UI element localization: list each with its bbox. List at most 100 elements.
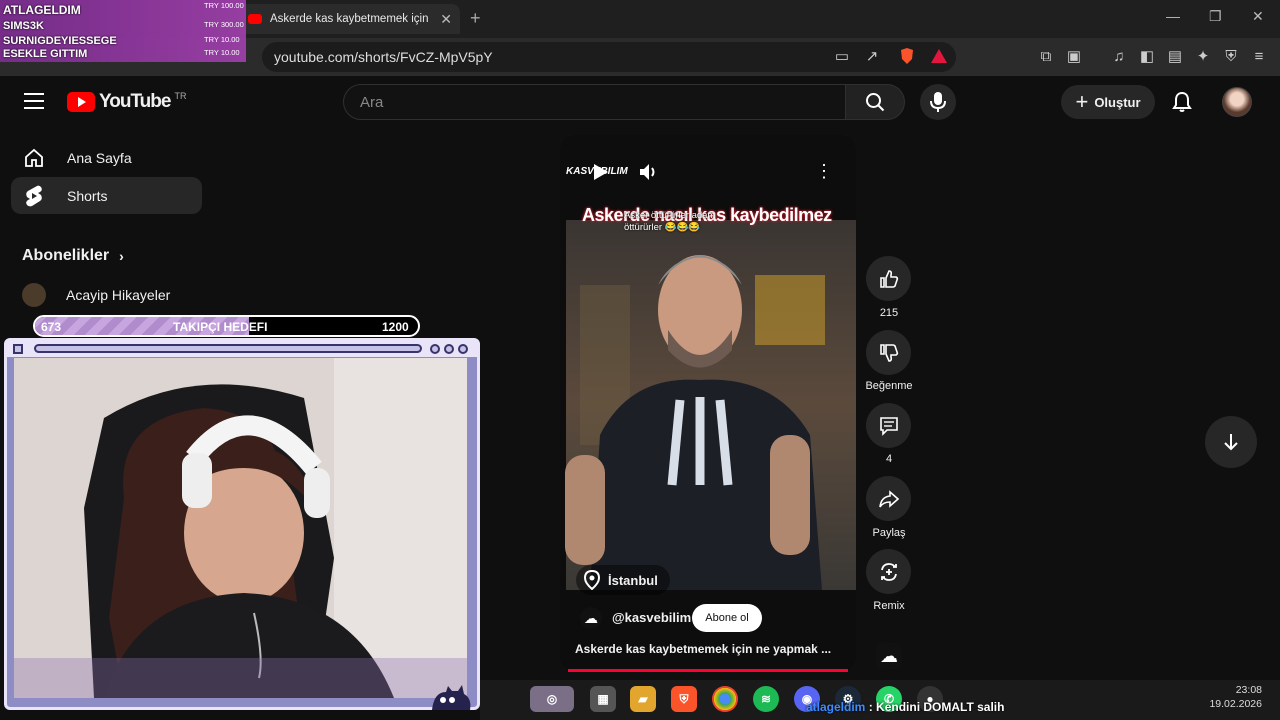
hamburger-menu-icon[interactable] — [24, 93, 44, 109]
channel-name[interactable]: @kasvebilim — [612, 610, 691, 625]
donation-name: ESEKLE GITTIM — [3, 48, 88, 60]
sidebar-item-label: Shorts — [67, 187, 108, 204]
reader-icon[interactable]: ▣ — [1064, 46, 1084, 66]
cast-icon[interactable]: ▭ — [832, 46, 852, 66]
search-placeholder: Ara — [360, 93, 384, 111]
donation-amount: TRY 100.00 — [204, 1, 244, 10]
home-icon — [23, 147, 45, 169]
brave-shield-icon[interactable] — [897, 46, 917, 66]
dislike-icon — [879, 343, 898, 362]
plus-icon: + — [1075, 89, 1089, 114]
chat-username: atlageldim — [806, 700, 866, 714]
chat-message: atlageldim : Kendini DOMALT salih — [806, 700, 1004, 714]
donation-amount: TRY 10.00 — [204, 35, 240, 44]
donation-name: SURNIGDEYIESSEGE — [3, 35, 117, 47]
goal-label: TAKIPÇI HEDEFI — [173, 320, 268, 334]
comments-button[interactable] — [866, 403, 911, 448]
country-code: TR — [174, 91, 187, 101]
chevron-right-icon: › — [119, 248, 124, 264]
minimize-icon[interactable]: — — [1166, 8, 1180, 24]
maximize-icon[interactable]: ❐ — [1209, 8, 1222, 25]
voice-search-button[interactable] — [920, 84, 956, 120]
channel-label: Acayip Hikayeler — [66, 287, 171, 303]
volume-icon[interactable] — [638, 162, 660, 182]
comment-icon — [879, 416, 898, 436]
dislike-button[interactable] — [866, 330, 911, 375]
youtube-logo[interactable]: YouTube TR — [67, 91, 186, 113]
notifications-bell-icon[interactable] — [1170, 90, 1194, 114]
widget-icon[interactable]: ◎ — [530, 686, 574, 712]
window-dot-icon — [444, 344, 454, 354]
location-pin-icon — [584, 570, 600, 590]
streamer-image — [14, 358, 467, 698]
arrow-down-icon — [1224, 434, 1238, 451]
like-count: 215 — [879, 307, 899, 319]
browser-tab[interactable]: Askerde kas kaybetmemek için ne ✕ — [240, 4, 460, 34]
close-tab-icon[interactable]: ✕ — [440, 11, 452, 28]
microphone-icon — [930, 92, 946, 112]
subscriptions-header[interactable]: Abonelikler › — [22, 247, 124, 265]
window-dot-icon — [430, 344, 440, 354]
location-chip[interactable]: İstanbul — [576, 565, 670, 595]
dislike-label: Beğenme — [865, 380, 913, 392]
sound-thumbnail[interactable]: ☁ — [876, 643, 902, 669]
account-avatar[interactable] — [1222, 87, 1252, 117]
create-label: Oluştur — [1094, 94, 1141, 110]
file-explorer-icon[interactable]: ▰ — [630, 686, 656, 712]
share-label: Paylaş — [872, 527, 906, 539]
video-progress-bar[interactable] — [568, 669, 848, 672]
vpn-icon[interactable]: ⛨ — [1221, 46, 1241, 66]
share-page-icon[interactable]: ↗ — [862, 46, 882, 66]
task-view-icon[interactable]: ▦ — [590, 686, 616, 712]
location-label: İstanbul — [608, 572, 658, 588]
clock-date: 19.02.2026 — [1209, 698, 1262, 710]
tab-title: Askerde kas kaybetmemek için ne — [270, 13, 433, 25]
next-video-button[interactable] — [1205, 416, 1257, 468]
create-button[interactable]: + Oluştur — [1061, 85, 1155, 119]
play-icon[interactable] — [590, 162, 610, 182]
remix-icon — [880, 562, 897, 581]
leo-ai-icon[interactable]: ✦ — [1193, 46, 1213, 66]
subscribe-button[interactable]: Abone ol — [692, 604, 762, 632]
like-button[interactable] — [866, 256, 911, 301]
chrome-icon[interactable] — [712, 686, 738, 712]
search-icon — [866, 93, 885, 112]
more-options-icon[interactable]: ⋮ — [815, 162, 833, 182]
window-square-icon — [13, 344, 23, 354]
window-dot-icon — [458, 344, 468, 354]
subscription-channel[interactable]: Acayip Hikayeler — [22, 283, 170, 307]
sidebar-item-shorts[interactable]: Shorts — [11, 177, 202, 214]
brave-browser-icon[interactable]: ⛨ — [671, 686, 697, 712]
remix-button[interactable] — [866, 549, 911, 594]
youtube-favicon-icon — [248, 14, 262, 24]
donation-name: SIMS3K — [3, 20, 44, 32]
search-button[interactable] — [845, 84, 905, 120]
goal-target: 1200 — [382, 320, 409, 334]
webcam-scrollbar — [34, 344, 422, 353]
remix-label: Remix — [873, 600, 905, 612]
share-button[interactable] — [866, 476, 911, 521]
shorts-icon — [23, 185, 45, 207]
subscriptions-label: Abonelikler — [22, 247, 110, 264]
sidebar-toggle-icon[interactable]: ◧ — [1137, 46, 1157, 66]
new-tab-icon[interactable]: + — [470, 8, 481, 29]
donation-amount: TRY 10.00 — [204, 48, 240, 57]
share-icon — [878, 489, 899, 508]
url-text: youtube.com/shorts/FvCZ-MpV5pY — [274, 49, 493, 65]
webcam-feed — [14, 358, 467, 698]
brave-rewards-icon[interactable] — [929, 46, 949, 66]
chat-text: : Kendini DOMALT salih — [865, 700, 1005, 714]
search-input[interactable]: Ara — [343, 84, 846, 120]
channel-avatar[interactable]: ☁ — [580, 607, 602, 629]
sidebar-item-label: Ana Sayfa — [67, 149, 132, 166]
sidebar-item-home[interactable]: Ana Sayfa — [11, 139, 202, 176]
video-description[interactable]: Askerde kas kaybetmemek için ne yapmak .… — [575, 642, 837, 656]
spotify-icon[interactable]: ≋ — [753, 686, 779, 712]
extensions-icon[interactable]: ⧉ — [1036, 46, 1056, 66]
wallet-icon[interactable]: ▤ — [1165, 46, 1185, 66]
youtube-play-logo-icon — [67, 92, 95, 112]
music-icon[interactable]: ♫ — [1109, 46, 1129, 66]
system-clock[interactable]: 23:08 19.02.2026 — [1200, 683, 1262, 711]
menu-icon[interactable]: ≡ — [1249, 46, 1269, 66]
close-window-icon[interactable]: ✕ — [1252, 8, 1264, 25]
